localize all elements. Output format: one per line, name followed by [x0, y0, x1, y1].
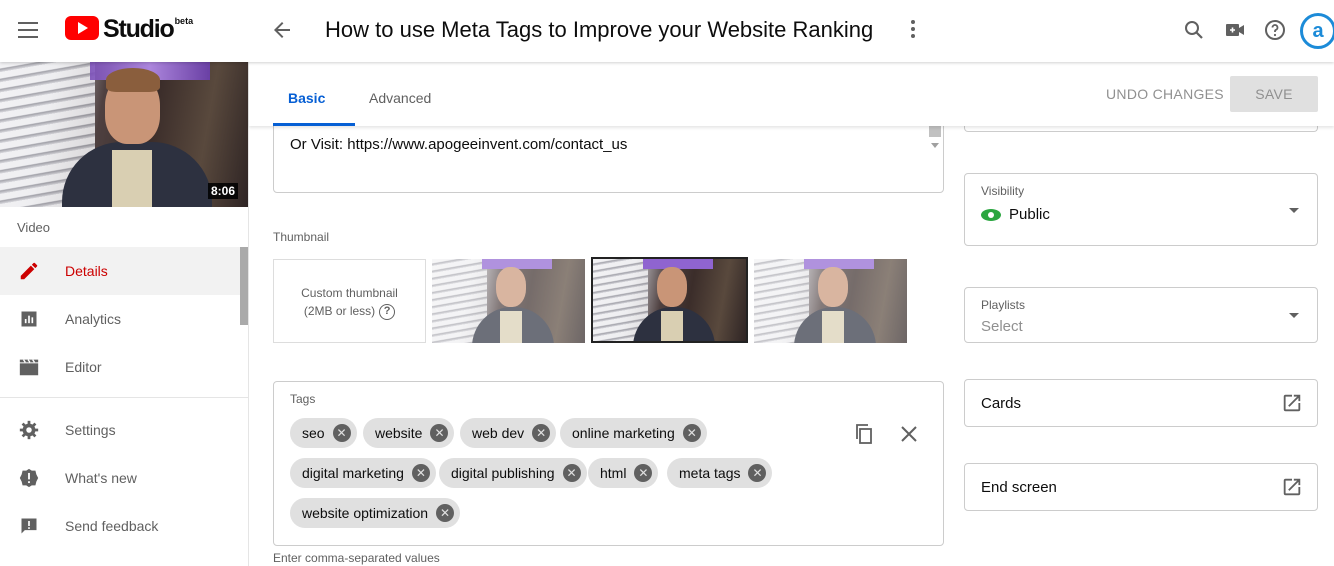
tag-chip: digital marketing ✕: [290, 458, 436, 488]
help-icon[interactable]: [1263, 18, 1287, 42]
remove-tag-icon[interactable]: ✕: [634, 464, 653, 482]
feedback-icon: [17, 514, 41, 538]
details-tab-bar: Basic Advanced UNDO CHANGES SAVE: [249, 62, 1334, 126]
back-arrow-icon[interactable]: [270, 18, 294, 42]
search-icon[interactable]: [1182, 18, 1206, 42]
dropdown-caret-icon: [1289, 313, 1299, 318]
beta-badge: beta: [174, 16, 194, 26]
tab-basic[interactable]: Basic: [288, 90, 325, 106]
playlists-label: Playlists: [981, 298, 1026, 312]
sidebar-section-label: Video: [17, 220, 51, 235]
create-video-icon[interactable]: [1223, 18, 1247, 42]
sidebar-item-editor[interactable]: Editor: [0, 343, 240, 391]
help-icon[interactable]: ?: [379, 303, 396, 320]
cards-label: Cards: [981, 395, 1022, 412]
remove-tag-icon[interactable]: ✕: [332, 424, 351, 442]
sidebar-divider: [0, 397, 248, 398]
tag-chip: web dev ✕: [460, 418, 557, 448]
description-text: Or Visit: https://www.apogeeinvent.com/c…: [290, 136, 628, 153]
tag-chip: digital publishing ✕: [439, 458, 587, 488]
save-button[interactable]: SAVE: [1230, 76, 1318, 112]
clear-all-icon[interactable]: [897, 422, 921, 446]
thumbnail-option-1[interactable]: [432, 259, 585, 343]
open-external-icon: [1283, 478, 1301, 496]
sidebar-item-details[interactable]: Details: [0, 247, 240, 295]
dropdown-caret-icon: [1289, 208, 1299, 213]
analytics-icon: [17, 307, 41, 331]
sidebar-item-whats-new[interactable]: What's new: [0, 454, 240, 502]
playlists-select[interactable]: Playlists Select: [964, 287, 1318, 343]
tag-chip: website optimization ✕: [290, 498, 461, 528]
thumbnail-option-2[interactable]: [591, 257, 748, 343]
thumbnail-label: Thumbnail: [273, 230, 330, 244]
left-sidebar: 8:06 Video Details Analytics Editor Sett…: [0, 62, 249, 566]
end-screen-label: End screen: [981, 479, 1057, 496]
tag-chip: html ✕: [588, 458, 659, 488]
sidebar-item-settings[interactable]: Settings: [0, 406, 240, 454]
sidebar-scrollbar[interactable]: [240, 247, 248, 325]
remove-tag-icon[interactable]: ✕: [430, 424, 449, 442]
tag-chip: meta tags ✕: [667, 458, 773, 488]
page-title: How to use Meta Tags to Improve your Web…: [325, 17, 874, 42]
studio-logo[interactable]: Studio beta: [65, 16, 193, 42]
account-avatar[interactable]: a: [1300, 13, 1334, 49]
sidebar-item-label: What's new: [65, 470, 137, 486]
visibility-value: Public: [1009, 206, 1050, 223]
remove-tag-icon[interactable]: ✕: [682, 424, 701, 442]
pencil-icon: [17, 259, 41, 283]
visibility-select[interactable]: Visibility Public: [964, 173, 1318, 246]
alert-badge-icon: [17, 466, 41, 490]
sidebar-item-label: Send feedback: [65, 518, 159, 534]
remove-tag-icon[interactable]: ✕: [411, 464, 430, 482]
remove-tag-icon[interactable]: ✕: [436, 504, 455, 522]
custom-thumbnail-size: (2MB or less): [303, 304, 376, 318]
more-options-icon[interactable]: [903, 18, 923, 42]
end-screen-button[interactable]: End screen: [964, 463, 1318, 511]
visibility-label: Visibility: [981, 184, 1025, 198]
top-app-bar: Studio beta How to use Meta Tags to Impr…: [0, 0, 1334, 62]
youtube-play-icon: [65, 16, 99, 40]
open-external-icon: [1283, 394, 1301, 412]
remove-tag-icon[interactable]: ✕: [532, 424, 551, 442]
tab-advanced[interactable]: Advanced: [369, 90, 431, 106]
eye-icon: [981, 208, 1001, 221]
upload-custom-thumbnail[interactable]: Custom thumbnail (2MB or less)?: [273, 259, 426, 343]
undo-changes-button[interactable]: UNDO CHANGES: [1106, 86, 1224, 102]
tag-chip: website ✕: [363, 418, 455, 448]
menu-icon[interactable]: [18, 22, 38, 38]
remove-tag-icon[interactable]: ✕: [562, 464, 581, 482]
sidebar-item-label: Analytics: [65, 311, 122, 327]
tags-label: Tags: [290, 392, 316, 406]
brand-name: Studio: [103, 15, 175, 43]
active-tab-indicator: [273, 123, 355, 126]
clapperboard-icon: [17, 355, 41, 379]
thumbnail-option-3[interactable]: [754, 259, 907, 343]
tags-hint: Enter comma-separated values: [273, 551, 440, 565]
tags-field[interactable]: Tags seo ✕ website ✕ web dev ✕ online marke…: [273, 381, 944, 546]
tag-chip: seo ✕: [290, 418, 357, 448]
remove-tag-icon[interactable]: ✕: [748, 464, 767, 482]
video-preview[interactable]: 8:06: [0, 62, 248, 207]
gear-icon: [17, 418, 41, 442]
cards-button[interactable]: Cards: [964, 379, 1318, 427]
custom-thumbnail-label: Custom thumbnail: [301, 286, 398, 300]
sidebar-item-analytics[interactable]: Analytics: [0, 295, 240, 343]
playlists-placeholder: Select: [981, 318, 1023, 335]
sidebar-item-label: Editor: [65, 359, 102, 375]
sidebar-item-send-feedback[interactable]: Send feedback: [0, 502, 240, 550]
tag-chip: online marketing ✕: [560, 418, 707, 448]
copy-icon[interactable]: [852, 422, 876, 446]
sidebar-item-label: Details: [65, 263, 108, 279]
sidebar-item-label: Settings: [65, 422, 116, 438]
video-duration: 8:06: [207, 183, 238, 199]
